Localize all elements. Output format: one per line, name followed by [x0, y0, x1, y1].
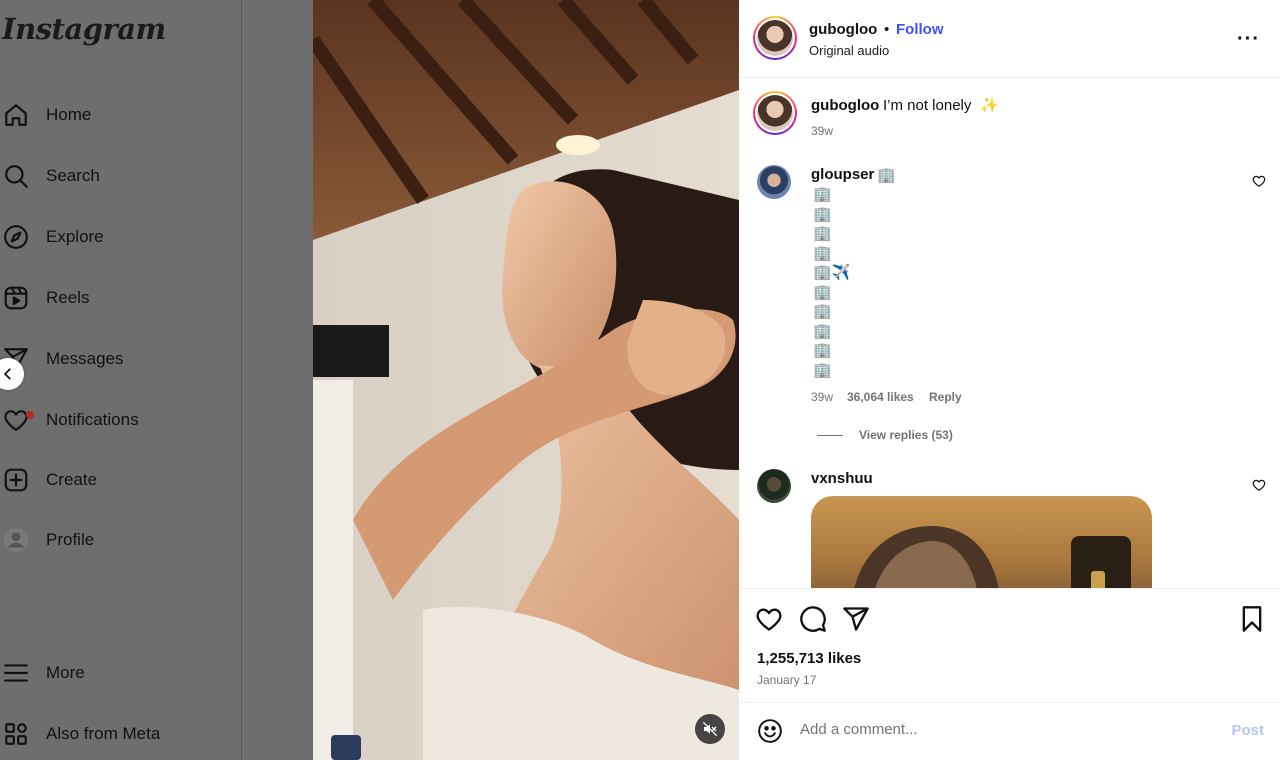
post-details-panel: gubogloo • Follow Original audio ··· gub… [739, 0, 1280, 760]
emoji-picker-icon[interactable] [757, 718, 783, 749]
comment-line: 🏢 [813, 342, 832, 359]
search-icon [2, 162, 30, 190]
chevron-left-icon [3, 368, 11, 380]
replies-divider-line [817, 435, 843, 436]
post-date: January 17 [757, 673, 817, 687]
plus-square-icon [2, 466, 30, 494]
comment-line: 🏢 [813, 361, 832, 379]
post-header: gubogloo • Follow Original audio ··· [739, 0, 1280, 78]
sidebar-item-reels[interactable]: Reels [0, 278, 240, 318]
sidebar-item-label: Explore [46, 227, 104, 246]
more-options-button[interactable]: ··· [1237, 28, 1260, 51]
comment-bubble-icon[interactable] [799, 605, 827, 633]
share-send-icon[interactable] [842, 605, 870, 633]
sidebar-item-label: Search [46, 166, 100, 185]
sidebar: Instagram Home Search Explore Reels Mess… [0, 0, 242, 760]
caption-emoji: ✨ [980, 97, 999, 114]
audio-link[interactable]: Original audio [809, 43, 889, 58]
sidebar-item-home[interactable]: Home [0, 95, 240, 135]
post-actions: 1,255,713 likes January 17 [739, 588, 1280, 702]
instagram-logo[interactable]: Instagram [2, 12, 166, 46]
post-media-video[interactable] [313, 0, 739, 760]
video-frame-illustration [313, 0, 739, 760]
author-username[interactable]: gubogloo [809, 21, 877, 38]
comment-username[interactable]: gloupser [811, 166, 874, 183]
author-avatar[interactable] [753, 16, 797, 60]
post-likes-count[interactable]: 1,255,713 likes [757, 650, 861, 667]
comment-gif-image[interactable] [811, 496, 1152, 588]
comment-age: 39w [811, 390, 834, 404]
sidebar-item-messages[interactable]: Messages [0, 339, 240, 379]
comment-likes-count[interactable]: 36,064 likes [847, 390, 914, 404]
commenter-avatar[interactable] [757, 165, 791, 199]
comment-line: 🏢 [813, 303, 832, 320]
sidebar-item-also-from-meta[interactable]: Also from Meta [0, 714, 240, 754]
profile-avatar-icon [2, 526, 30, 554]
comment-line: 🏢 [813, 205, 832, 223]
sidebar-item-label: Messages [46, 349, 124, 368]
post-comment-button[interactable]: Post [1231, 722, 1264, 739]
sidebar-item-notifications[interactable]: Notifications [0, 400, 240, 440]
sidebar-item-label: Profile [46, 530, 95, 549]
save-bookmark-icon[interactable] [1238, 605, 1266, 633]
explore-compass-icon [2, 223, 30, 251]
comment-reply-button[interactable]: Reply [929, 390, 962, 404]
comment-line: 🏢 [813, 186, 832, 203]
sidebar-item-label: Notifications [46, 410, 139, 429]
comment-like-heart-icon[interactable] [1252, 478, 1266, 492]
sidebar-item-label: Reels [46, 288, 90, 307]
gif-illustration [854, 526, 1131, 588]
comment-line: 🏢 [813, 322, 832, 340]
heart-icon [2, 406, 34, 434]
sidebar-item-create[interactable]: Create [0, 460, 240, 500]
commenter-avatar[interactable] [757, 469, 791, 503]
comment-line: 🏢 [813, 244, 832, 262]
comment-header-emoji: 🏢 [877, 167, 896, 184]
comment-username[interactable]: vxnshuu [811, 470, 873, 487]
caption-age: 39w [811, 124, 834, 138]
caption-username[interactable]: gubogloo [811, 97, 879, 114]
sidebar-item-more[interactable]: More [0, 653, 240, 693]
header-separator: • [884, 21, 890, 38]
follow-button[interactable]: Follow [896, 21, 944, 38]
view-replies-button[interactable]: View replies (53) [859, 428, 953, 442]
comment-body: 🏢 🏢 🏢 🏢 🏢✈️ 🏢 🏢 🏢 🏢 🏢 [813, 185, 850, 380]
comments-list[interactable]: gubogloo I’m not lonely ✨ 39w gloupser 🏢… [739, 78, 1280, 588]
caption-author-avatar[interactable] [753, 91, 797, 135]
sidebar-item-label: Also from Meta [46, 724, 161, 743]
mute-toggle-button[interactable] [695, 714, 725, 744]
comment-line: 🏢 [813, 225, 832, 242]
home-icon [2, 101, 30, 129]
add-comment-bar: Post [739, 702, 1280, 760]
modal-backdrop[interactable] [242, 0, 313, 760]
comment-like-heart-icon[interactable] [1252, 174, 1266, 188]
notification-badge [26, 411, 34, 419]
sidebar-item-label: Home [46, 105, 92, 124]
reels-icon [2, 284, 30, 312]
comment-line: 🏢 [813, 283, 832, 301]
meta-grid-icon [2, 720, 30, 748]
sidebar-item-label: Create [46, 470, 98, 489]
hamburger-menu-icon [2, 659, 30, 687]
like-heart-icon[interactable] [755, 605, 783, 633]
sidebar-item-explore[interactable]: Explore [0, 217, 240, 257]
comment-input[interactable] [800, 721, 1180, 738]
muted-speaker-icon [702, 721, 718, 737]
sidebar-item-label: More [46, 663, 85, 682]
sidebar-item-search[interactable]: Search [0, 156, 240, 196]
comment-line: 🏢✈️ [813, 264, 851, 281]
caption-text: I’m not lonely [883, 97, 972, 114]
sidebar-item-profile[interactable]: Profile [0, 520, 240, 560]
